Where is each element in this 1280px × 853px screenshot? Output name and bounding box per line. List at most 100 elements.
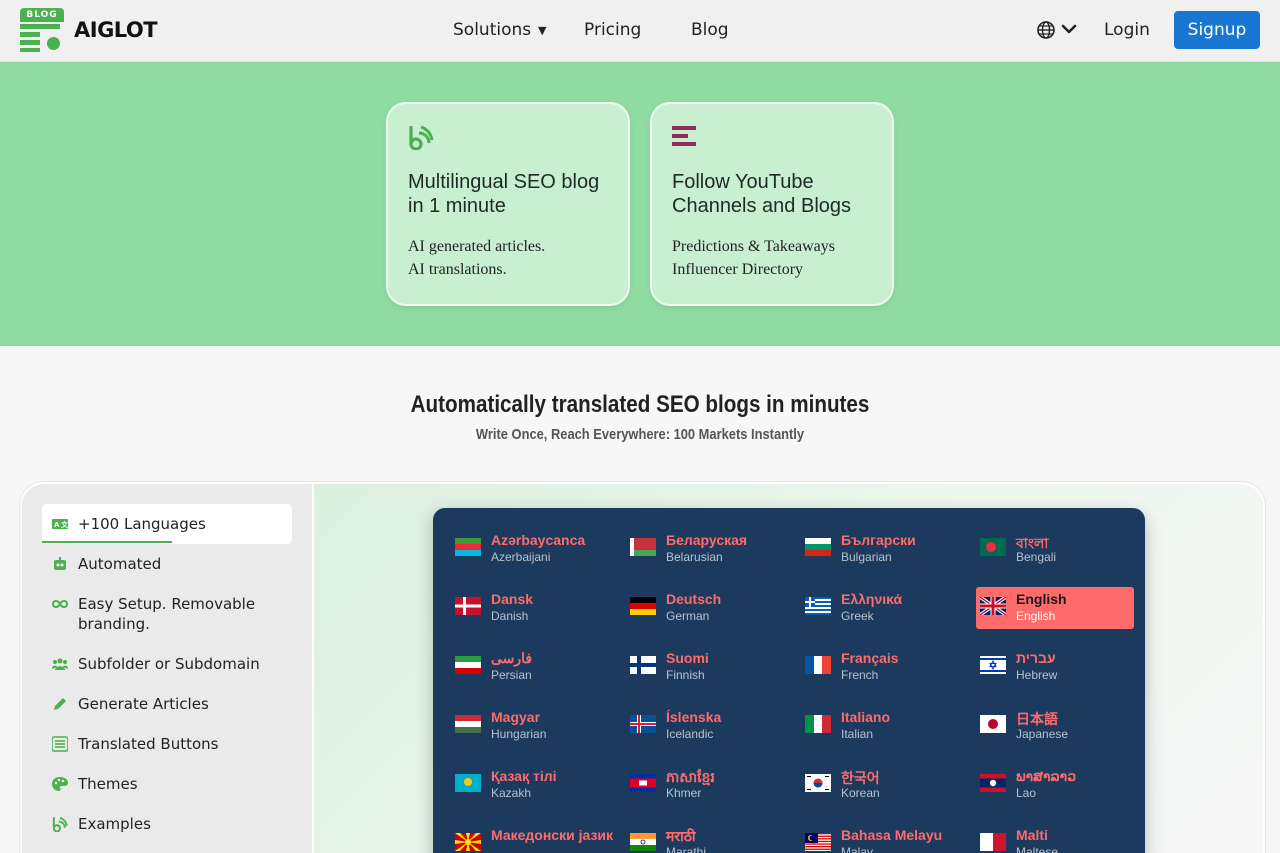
feature-examples[interactable]: Examples [42, 804, 292, 844]
svg-text:文: 文 [61, 520, 68, 529]
card-line: Predictions & Takeaways [672, 238, 835, 255]
language-option[interactable]: English English [976, 587, 1134, 629]
logo-mark-icon [20, 24, 64, 52]
language-english-name: Azerbaijani [491, 550, 551, 564]
feature-label: Easy Setup. Removable branding. [78, 595, 256, 633]
features-panel: A 文 +100 Languages Automated Easy Setup.… [20, 482, 1265, 853]
feature-easy-setup[interactable]: Easy Setup. Removable branding. [42, 584, 292, 644]
language-option[interactable]: Македонски јазик [455, 823, 613, 853]
language-english-name: Persian [491, 668, 532, 682]
language-native-name: Français [841, 650, 899, 666]
flag-fr-icon [805, 656, 831, 674]
flag-de-icon [630, 597, 656, 615]
caret-down-icon[interactable]: ▼ [538, 24, 546, 37]
flag-il-icon [980, 656, 1006, 674]
flag-mk-icon [455, 833, 481, 851]
language-option[interactable]: Malti Maltese [980, 823, 1138, 853]
language-option[interactable]: ភាសាខ្មែរ Khmer [630, 764, 788, 806]
language-option[interactable]: Français French [805, 646, 963, 688]
feature-themes[interactable]: Themes [42, 764, 292, 804]
flag-az-icon [455, 538, 481, 556]
flag-kh-icon [630, 774, 656, 792]
language-native-name: فارسی [491, 650, 533, 666]
language-english-name: Danish [491, 609, 529, 623]
flag-gb-icon [980, 597, 1006, 615]
language-native-name: Íslenska [666, 709, 722, 725]
language-option[interactable]: Қазақ тілі Kazakh [455, 764, 613, 806]
nav-solutions[interactable]: Solutions [453, 20, 531, 40]
language-english-name: Maltese [1016, 845, 1059, 853]
language-english-name: Bulgarian [841, 550, 892, 564]
language-option[interactable]: 日本語 Japanese [980, 705, 1138, 747]
language-native-name: Deutsch [666, 591, 722, 607]
language-option[interactable]: فارسی Persian [455, 646, 613, 688]
feature-languages[interactable]: A 文 +100 Languages [42, 504, 292, 544]
language-option[interactable]: বাংলা Bengali [980, 528, 1138, 570]
language-english-name: English [1016, 609, 1056, 623]
feature-subfolder[interactable]: Subfolder or Subdomain [42, 644, 292, 684]
blog-feed-icon [52, 816, 68, 832]
flag-bg-icon [805, 538, 831, 556]
hero-card-seo-blog[interactable]: Multilingual SEO blog in 1 minute AI gen… [386, 102, 630, 306]
language-english-name: Hebrew [1016, 668, 1058, 682]
feature-label: Generate Articles [78, 695, 209, 713]
language-english-name: Marathi [666, 845, 707, 853]
language-native-name: Azərbaycanca [491, 532, 586, 548]
nav-pricing[interactable]: Pricing [584, 20, 641, 40]
language-option[interactable]: 한국어 Korean [805, 764, 963, 806]
chevron-down-icon[interactable] [1061, 23, 1077, 35]
language-english-name: French [841, 668, 879, 682]
language-option[interactable]: Italiano Italian [805, 705, 963, 747]
feature-translated-buttons[interactable]: Translated Buttons [42, 724, 292, 764]
users-icon [52, 658, 68, 670]
language-native-name: Suomi [666, 650, 709, 666]
language-english-name: Italian [841, 727, 874, 741]
language-option[interactable]: ພາສາລາວ Lao [980, 764, 1138, 806]
robot-icon [54, 557, 66, 570]
flag-by-icon [630, 538, 656, 556]
language-native-name: Македонски јазик [491, 827, 614, 843]
language-english-name: Bengali [1016, 550, 1057, 564]
nav-blog[interactable]: Blog [691, 20, 729, 40]
language-option[interactable]: Dansk Danish [455, 587, 613, 629]
language-option[interactable]: Íslenska Icelandic [630, 705, 788, 747]
blog-feed-icon [409, 125, 434, 150]
language-option[interactable]: Bahasa Melayu Malay [805, 823, 963, 853]
language-option[interactable]: עברית Hebrew [980, 646, 1138, 688]
flag-mt-icon [980, 833, 1006, 851]
globe-icon[interactable] [1037, 21, 1055, 39]
section-title: Automatically translated SEO blogs in mi… [410, 391, 870, 418]
language-native-name: Ελληνικά [841, 591, 903, 607]
language-native-name: עברית [1016, 650, 1056, 666]
language-option[interactable]: Български Bulgarian [805, 528, 963, 570]
feature-label: Themes [78, 775, 138, 793]
card-title: Follow YouTube Channels and Blogs [672, 171, 852, 217]
language-english-name: Malay [841, 845, 874, 853]
language-english-name: German [666, 609, 710, 623]
language-native-name: मराठी [666, 828, 696, 844]
language-english-name: Finnish [666, 668, 705, 682]
language-option[interactable]: Magyar Hungarian [455, 705, 613, 747]
flag-la-icon [980, 774, 1006, 792]
flag-ir-icon [455, 656, 481, 674]
list-icon [52, 736, 68, 752]
language-option[interactable]: Ελληνικά Greek [805, 587, 963, 629]
language-option[interactable]: Suomi Finnish [630, 646, 788, 688]
language-option[interactable]: Azərbaycanca Azerbaijani [455, 528, 613, 570]
feature-label: Subfolder or Subdomain [78, 655, 260, 673]
flag-jp-icon [980, 715, 1006, 733]
hero-card-follow-channels[interactable]: Follow YouTube Channels and Blogs Predic… [650, 102, 894, 306]
svg-text:A: A [54, 521, 60, 529]
feature-label: Automated [78, 555, 162, 573]
login-link[interactable]: Login [1104, 20, 1150, 40]
flag-my-icon [805, 833, 831, 851]
language-option[interactable]: Беларуская Belarusian [630, 528, 788, 570]
language-option[interactable]: मराठी Marathi [630, 823, 788, 853]
flag-is-icon [630, 715, 656, 733]
feature-automated[interactable]: Automated [42, 544, 292, 584]
brand-logo[interactable]: BLOG AIGLOT [20, 8, 170, 54]
feature-generate-articles[interactable]: Generate Articles [42, 684, 292, 724]
language-option[interactable]: Deutsch German [630, 587, 788, 629]
signup-button[interactable]: Signup [1174, 11, 1260, 49]
language-english-name: Khmer [666, 786, 702, 800]
